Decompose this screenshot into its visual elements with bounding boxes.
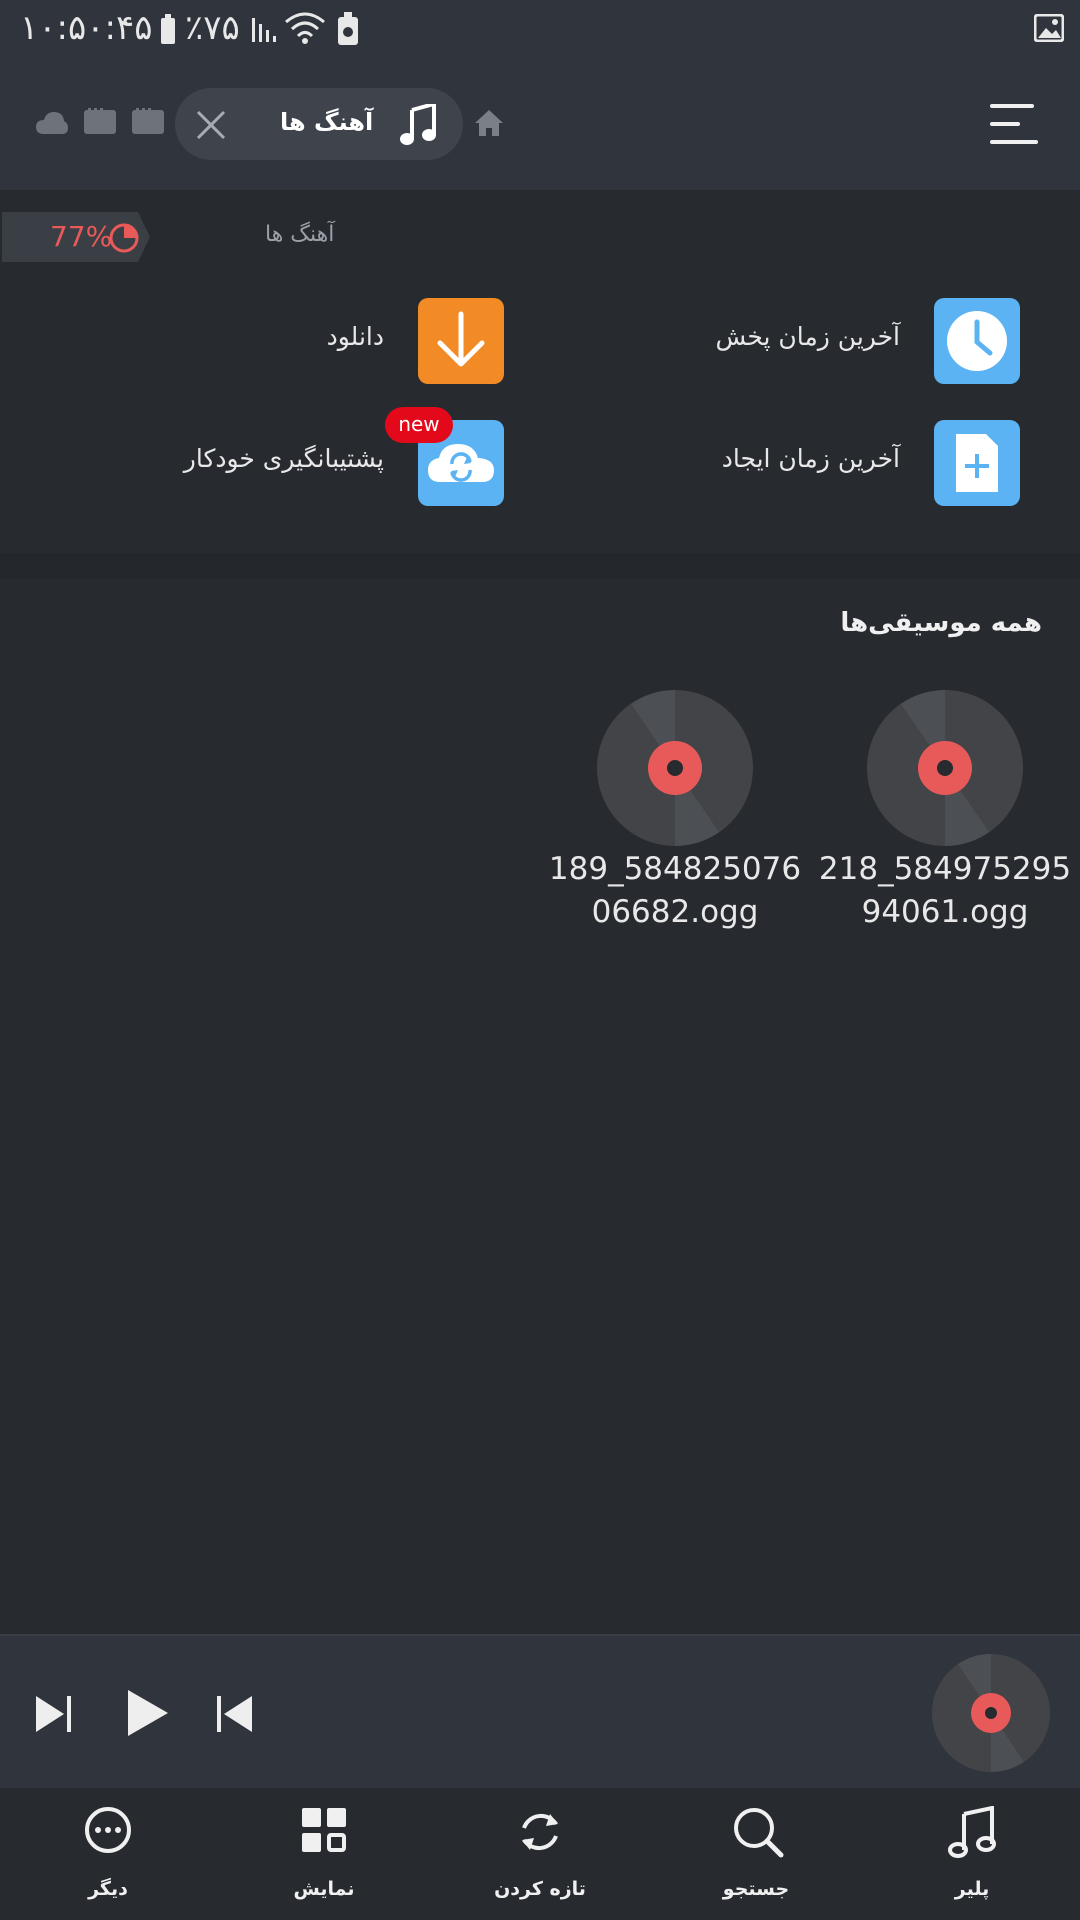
menu-icon[interactable] [990, 104, 1038, 144]
cloud-icon[interactable] [36, 110, 68, 136]
nav-item-search[interactable]: جستجو [648, 1788, 864, 1920]
file-item[interactable]: 218_58497529594061.ogg [815, 690, 1075, 950]
home-icon[interactable] [474, 108, 504, 138]
battery-icon [161, 14, 175, 44]
nav-label: تازه کردن [494, 1878, 586, 1900]
battery-percent: ٪۷۵ [185, 8, 240, 48]
breadcrumb: 77% آهنگ ها [0, 190, 1080, 280]
nav-label: نمایش [293, 1878, 355, 1900]
app-header: آهنگ ها [0, 60, 1080, 190]
auto-backup-label: پشتیبانگیری خودکار [183, 444, 384, 473]
more-icon [85, 1807, 131, 1853]
storage-icon[interactable] [132, 108, 164, 136]
nav-item-more[interactable]: دیگر [0, 1788, 216, 1920]
recent-played-button[interactable] [934, 298, 1020, 384]
recent-created-button[interactable] [934, 420, 1020, 506]
status-time: ۱۰:۵۰:۴۵ [20, 8, 153, 48]
nav-item-refresh[interactable]: تازه کردن [432, 1788, 648, 1920]
vinyl-disc-icon [597, 690, 753, 846]
nav-item-player[interactable]: پلیر [864, 1788, 1080, 1920]
grid-view-icon [302, 1808, 346, 1852]
active-tab-label: آهنگ ها [280, 108, 374, 136]
nav-label: پلیر [954, 1878, 990, 1900]
section-divider [0, 553, 1080, 579]
storage-percent: 77% [50, 220, 113, 253]
vinyl-disc-icon[interactable] [932, 1654, 1050, 1772]
mini-player [0, 1634, 1080, 1790]
close-icon[interactable] [196, 110, 226, 140]
nav-label: دیگر [88, 1878, 128, 1900]
recent-created-label: آخرین زمان ایجاد [721, 444, 900, 473]
signal-icon [252, 18, 276, 42]
battery-saver-icon [338, 12, 358, 45]
storage-icon[interactable] [84, 108, 116, 136]
section-title: همه موسیقی‌ها [840, 608, 1042, 638]
file-name: 218_58497529594061.ogg [818, 851, 1072, 930]
music-note-icon [948, 1806, 996, 1858]
music-note-icon [400, 104, 436, 145]
file-name: 189_58482507606682.ogg [548, 851, 802, 930]
download-button[interactable] [418, 298, 504, 384]
search-icon [734, 1808, 784, 1858]
nav-label: جستجو [722, 1878, 790, 1900]
download-icon [437, 311, 485, 367]
wifi-icon [285, 12, 325, 44]
refresh-icon [522, 1813, 558, 1851]
status-bar: ۱۰:۵۰:۴۵ ٪۷۵ [0, 0, 1080, 60]
new-file-icon [956, 434, 998, 492]
file-item[interactable]: 189_58482507606682.ogg [545, 690, 805, 950]
vinyl-disc-icon [867, 690, 1023, 846]
quick-access: آخرین زمان پخش دانلود آخرین زمان ایجاد پ… [0, 280, 1080, 553]
new-badge: new [385, 407, 453, 443]
nav-item-view[interactable]: نمایش [216, 1788, 432, 1920]
bottom-nav: پلیر جستجو تازه کردن نمایش دیگر [0, 1788, 1080, 1920]
play-icon[interactable] [126, 1688, 170, 1738]
previous-icon[interactable] [214, 1694, 254, 1734]
download-label: دانلود [326, 322, 384, 351]
pie-chart-icon [109, 223, 139, 253]
gallery-icon [1034, 14, 1064, 42]
next-icon[interactable] [34, 1694, 74, 1734]
clock-icon [947, 311, 1007, 371]
breadcrumb-path[interactable]: آهنگ ها [265, 222, 334, 247]
recent-played-label: آخرین زمان پخش [715, 322, 901, 351]
